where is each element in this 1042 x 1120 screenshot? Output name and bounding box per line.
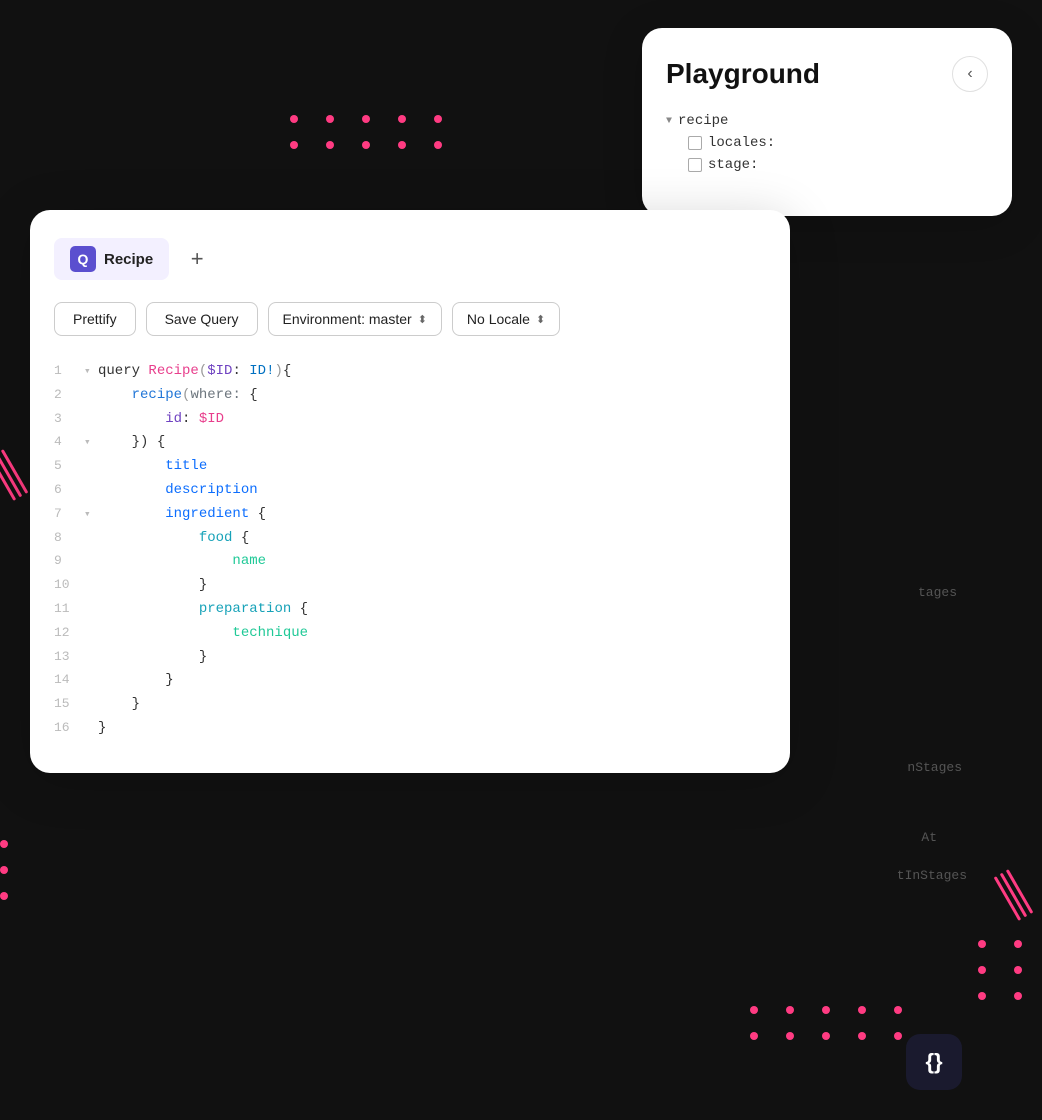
locale-arrow-icon: ⬍ <box>536 313 545 326</box>
playground-title: Playground <box>666 58 820 90</box>
code-line-11: 11 preparation { <box>54 598 766 622</box>
bottom-bar: {} <box>906 1034 962 1090</box>
locales-label: locales: <box>708 135 775 151</box>
partial-text-stages1: tages <box>918 585 957 600</box>
tab-label: Recipe <box>104 251 153 268</box>
code-line-7: 7 ▾ ingredient { <box>54 503 766 527</box>
locale-select[interactable]: No Locale ⬍ <box>452 302 560 336</box>
code-line-12: 12 technique <box>54 622 766 646</box>
prettify-button[interactable]: Prettify <box>54 302 136 336</box>
editor-panel: Q Recipe + Prettify Save Query Environme… <box>30 210 790 773</box>
environment-select[interactable]: Environment: master ⬍ <box>268 302 442 336</box>
code-line-4: 4 ▾ }) { <box>54 431 766 455</box>
code-editor[interactable]: 1 ▾ query Recipe($ID: ID!){ 2 recipe(whe… <box>54 360 766 741</box>
tree-root-label: recipe <box>678 113 728 129</box>
add-tab-button[interactable]: + <box>179 241 215 277</box>
code-line-8: 8 food { <box>54 527 766 551</box>
chevron-left-icon: ‹ <box>967 65 972 83</box>
code-line-3: 3 id: $ID <box>54 408 766 432</box>
toolbar: Prettify Save Query Environment: master … <box>54 302 766 336</box>
code-line-5: 5 title <box>54 455 766 479</box>
code-line-14: 14 } <box>54 669 766 693</box>
code-line-2: 2 recipe(where: { <box>54 384 766 408</box>
stage-checkbox[interactable] <box>688 158 702 172</box>
partial-text-instages: tInStages <box>897 868 967 883</box>
save-query-button[interactable]: Save Query <box>146 302 258 336</box>
stage-label: stage: <box>708 157 758 173</box>
playground-panel: Playground ‹ ▼ recipe locales: stage: <box>642 28 1012 216</box>
plus-icon: + <box>191 246 204 272</box>
playground-tree: ▼ recipe locales: stage: <box>666 110 988 176</box>
curly-braces-icon: {} <box>925 1049 942 1075</box>
code-line-9: 9 name <box>54 550 766 574</box>
code-line-1: 1 ▾ query Recipe($ID: ID!){ <box>54 360 766 384</box>
tab-bar: Q Recipe + <box>54 238 766 280</box>
code-line-16: 16 } <box>54 717 766 741</box>
tree-arrow-icon: ▼ <box>666 116 672 127</box>
partial-text-stages2: nStages <box>907 760 962 775</box>
code-line-6: 6 description <box>54 479 766 503</box>
code-line-10: 10 } <box>54 574 766 598</box>
recipe-tab[interactable]: Q Recipe <box>54 238 169 280</box>
locales-checkbox[interactable] <box>688 136 702 150</box>
code-line-15: 15 } <box>54 693 766 717</box>
tab-icon: Q <box>70 246 96 272</box>
graphql-icon-button[interactable]: {} <box>906 1034 962 1090</box>
playground-close-button[interactable]: ‹ <box>952 56 988 92</box>
code-line-13: 13 } <box>54 646 766 670</box>
partial-text-at: At <box>921 830 937 845</box>
env-arrow-icon: ⬍ <box>418 313 427 326</box>
